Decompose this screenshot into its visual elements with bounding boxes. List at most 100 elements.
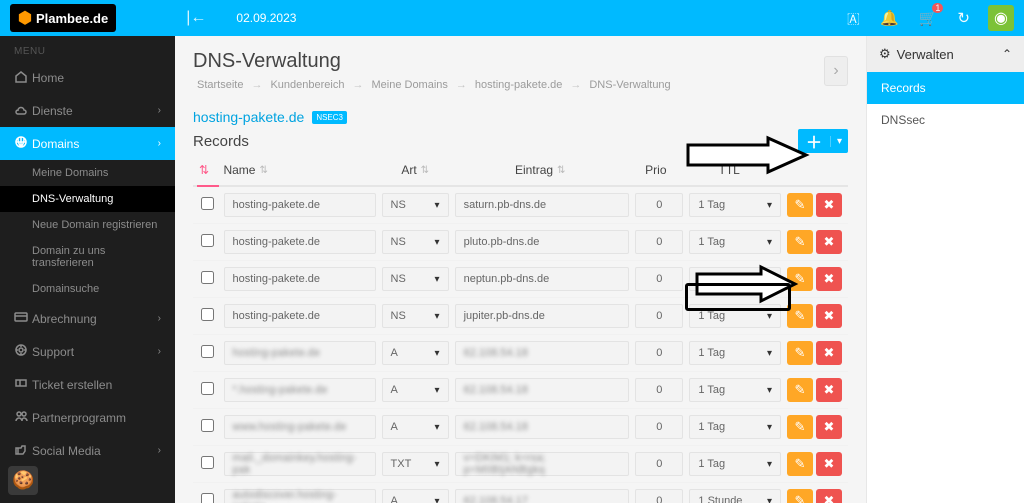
row-checkbox[interactable] (201, 234, 214, 247)
name-field[interactable]: hosting-pakete.de (224, 230, 376, 254)
notifications-icon[interactable]: 🔔 (880, 9, 899, 27)
prio-field[interactable]: 0 (635, 304, 683, 328)
breadcrumb-item[interactable]: Kundenbereich (270, 79, 344, 91)
sidebar-item-support[interactable]: Support› (0, 335, 175, 368)
eintrag-field[interactable]: v=DKIM1; k=rsa; p=MIIBIjANBgkq (455, 452, 630, 476)
cookie-settings-icon[interactable]: 🍪 (8, 466, 38, 495)
col-name[interactable]: Name (223, 163, 255, 177)
art-select[interactable]: NS▾ (382, 230, 449, 254)
breadcrumb-item[interactable]: Meine Domains (371, 79, 447, 91)
delete-button[interactable]: ✖ (816, 452, 842, 476)
prio-field[interactable]: 0 (635, 341, 683, 365)
name-field[interactable]: hosting-pakete.de (224, 341, 376, 365)
prio-field[interactable]: 0 (635, 230, 683, 254)
delete-button[interactable]: ✖ (816, 193, 842, 217)
row-checkbox[interactable] (201, 308, 214, 321)
col-ttl[interactable]: TTL (719, 163, 740, 177)
edit-button[interactable]: ✎ (787, 415, 813, 439)
sidebar-item-home[interactable]: Home (0, 61, 175, 94)
next-page-button[interactable]: › (824, 56, 848, 86)
sort-icon[interactable]: ⇅ (199, 163, 209, 177)
art-select[interactable]: NS▾ (382, 193, 449, 217)
user-menu[interactable]: ◉ (988, 5, 1014, 31)
col-art[interactable]: Art (401, 163, 416, 177)
delete-button[interactable]: ✖ (816, 230, 842, 254)
sidebar-item-domains[interactable]: Domains› (0, 127, 175, 160)
sidebar-sub-domain-zu-uns-transferieren[interactable]: Domain zu uns transferieren (0, 238, 175, 276)
ttl-select[interactable]: 1 Tag▾ (689, 304, 781, 328)
delete-button[interactable]: ✖ (816, 304, 842, 328)
ttl-select[interactable]: 1 Tag▾ (689, 341, 781, 365)
ttl-select[interactable]: 1 Tag▾ (689, 267, 781, 291)
ttl-select[interactable]: 1 Tag▾ (689, 378, 781, 402)
edit-button[interactable]: ✎ (787, 452, 813, 476)
row-checkbox[interactable] (201, 197, 214, 210)
name-field[interactable]: hosting-pakete.de (224, 304, 376, 328)
edit-button[interactable]: ✎ (787, 230, 813, 254)
delete-button[interactable]: ✖ (816, 267, 842, 291)
art-select[interactable]: TXT▾ (382, 452, 449, 476)
eintrag-field[interactable]: 62.108.54.18 (455, 341, 630, 365)
prio-field[interactable]: 0 (635, 489, 683, 503)
domain-name[interactable]: hosting-pakete.de (193, 109, 304, 125)
sidebar-sub-meine-domains[interactable]: Meine Domains (0, 160, 175, 186)
sidebar-item-partnerprogramm[interactable]: Partnerprogramm (0, 401, 175, 434)
art-select[interactable]: NS▾ (382, 304, 449, 328)
panel-item-records[interactable]: Records (867, 72, 1024, 104)
art-select[interactable]: A▾ (382, 341, 449, 365)
eintrag-field[interactable]: neptun.pb-dns.de (455, 267, 630, 291)
name-field[interactable]: mail._domainkey.hosting-pak (224, 452, 376, 476)
eintrag-field[interactable]: jupiter.pb-dns.de (455, 304, 630, 328)
edit-button[interactable]: ✎ (787, 489, 813, 503)
cart-icon[interactable]: 🛒1 (919, 9, 938, 27)
row-checkbox[interactable] (201, 271, 214, 284)
prio-field[interactable]: 0 (635, 267, 683, 291)
eintrag-field[interactable]: pluto.pb-dns.de (455, 230, 630, 254)
ttl-select[interactable]: 1 Tag▾ (689, 193, 781, 217)
sidebar-sub-dns-verwaltung[interactable]: DNS-Verwaltung (0, 186, 175, 212)
art-select[interactable]: NS▾ (382, 267, 449, 291)
sidebar-item-social-media[interactable]: Social Media› (0, 434, 175, 467)
edit-button[interactable]: ✎ (787, 304, 813, 328)
language-icon[interactable]: 🇦 (847, 10, 860, 27)
eintrag-field[interactable]: 62.108.54.18 (455, 415, 630, 439)
art-select[interactable]: A▾ (382, 378, 449, 402)
history-icon[interactable]: ↻ (957, 9, 970, 27)
edit-button[interactable]: ✎ (787, 193, 813, 217)
sidebar-item-ticket-erstellen[interactable]: Ticket erstellen (0, 368, 175, 401)
ttl-select[interactable]: 1 Tag▾ (689, 415, 781, 439)
ttl-select[interactable]: 1 Stunde▾ (689, 489, 781, 503)
row-checkbox[interactable] (201, 493, 214, 503)
art-select[interactable]: A▾ (382, 415, 449, 439)
prio-field[interactable]: 0 (635, 378, 683, 402)
art-select[interactable]: A▾ (382, 489, 449, 503)
panel-item-dnssec[interactable]: DNSsec (867, 104, 1024, 136)
sidebar-item-dienste[interactable]: Dienste› (0, 94, 175, 127)
eintrag-field[interactable]: 62.108.54.17 (455, 489, 630, 503)
sidebar-sub-domainsuche[interactable]: Domainsuche (0, 276, 175, 302)
name-field[interactable]: www.hosting-pakete.de (224, 415, 376, 439)
row-checkbox[interactable] (201, 419, 214, 432)
edit-button[interactable]: ✎ (787, 341, 813, 365)
edit-button[interactable]: ✎ (787, 267, 813, 291)
row-checkbox[interactable] (201, 456, 214, 469)
delete-button[interactable]: ✖ (816, 415, 842, 439)
ttl-select[interactable]: 1 Tag▾ (689, 230, 781, 254)
col-prio[interactable]: Prio (645, 163, 666, 177)
row-checkbox[interactable] (201, 345, 214, 358)
delete-button[interactable]: ✖ (816, 378, 842, 402)
name-field[interactable]: *.hosting-pakete.de (224, 378, 376, 402)
prio-field[interactable]: 0 (635, 193, 683, 217)
prio-field[interactable]: 0 (635, 452, 683, 476)
name-field[interactable]: hosting-pakete.de (224, 267, 376, 291)
sidebar-item-abrechnung[interactable]: Abrechnung› (0, 302, 175, 335)
delete-button[interactable]: ✖ (816, 341, 842, 365)
prio-field[interactable]: 0 (635, 415, 683, 439)
edit-button[interactable]: ✎ (787, 378, 813, 402)
name-field[interactable]: hosting-pakete.de (224, 193, 376, 217)
ttl-select[interactable]: 1 Tag▾ (689, 452, 781, 476)
right-panel-header[interactable]: ⚙ Verwalten ⌃ (867, 36, 1024, 72)
eintrag-field[interactable]: saturn.pb-dns.de (455, 193, 630, 217)
col-eintrag[interactable]: Eintrag (515, 163, 553, 177)
sidebar-sub-neue-domain-registrieren[interactable]: Neue Domain registrieren (0, 212, 175, 238)
